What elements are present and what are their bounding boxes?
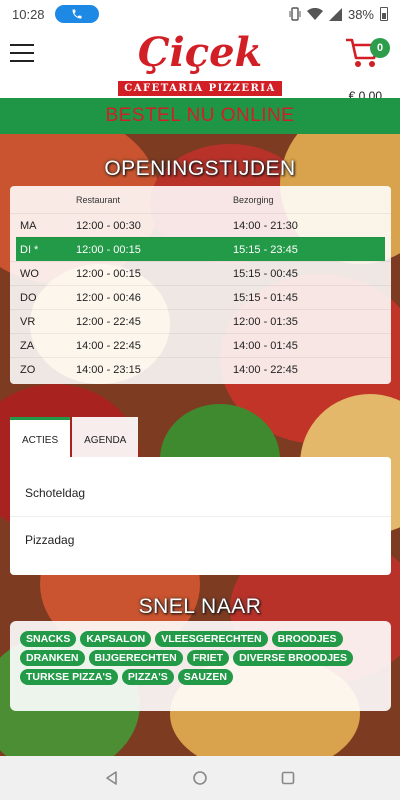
quick-link-chip[interactable]: PIZZA'S bbox=[121, 669, 174, 685]
quick-link-chip[interactable]: VLEESGERECHTEN bbox=[155, 631, 268, 647]
hours-row: MA 12:00 - 00:30 14:00 - 21:30 bbox=[10, 213, 391, 237]
hours-row: ZA 14:00 - 22:45 14:00 - 01:45 bbox=[10, 333, 391, 357]
quick-link-chip[interactable]: SNACKS bbox=[20, 631, 77, 647]
recents-button[interactable] bbox=[276, 766, 300, 790]
quick-link-chip[interactable]: BROODJES bbox=[271, 631, 343, 647]
quick-link-chip[interactable]: FRIET bbox=[186, 650, 230, 666]
quick-link-chip[interactable]: DRANKEN bbox=[20, 650, 85, 666]
opening-hours-title: OPENINGSTIJDEN bbox=[104, 157, 296, 180]
system-nav-bar bbox=[0, 756, 400, 800]
quick-link-chip[interactable]: DIVERSE BROODJES bbox=[233, 650, 354, 666]
status-bar: 10:28 38% bbox=[0, 0, 400, 28]
quick-links-card: SNACKS KAPSALON VLEESGERECHTEN BROODJES DRAN… bbox=[10, 621, 391, 711]
hours-row: ZO 14:00 - 23:15 14:00 - 22:45 bbox=[10, 357, 391, 381]
wifi-icon bbox=[306, 8, 323, 20]
home-button[interactable] bbox=[188, 766, 212, 790]
tab-panel-acties: Schoteldag Pizzadag bbox=[10, 457, 391, 575]
hours-row: VR 12:00 - 22:45 12:00 - 01:35 bbox=[10, 309, 391, 333]
battery-percent: 38% bbox=[347, 6, 374, 22]
list-item-schoteldag[interactable]: Schoteldag bbox=[10, 470, 391, 516]
news-tabs: ACTIES AGENDA bbox=[10, 417, 140, 457]
hours-row: DO 12:00 - 00:46 15:15 - 01:45 bbox=[10, 285, 391, 309]
brand-logo[interactable]: Çiçek CAFETARIA PIZZERIA bbox=[110, 28, 290, 98]
quick-link-chip[interactable]: KAPSALON bbox=[80, 631, 152, 647]
quick-link-chip[interactable]: SAUZEN bbox=[177, 669, 233, 685]
back-icon bbox=[106, 771, 117, 785]
status-time: 10:28 bbox=[12, 6, 45, 22]
hours-row-today: DI * 12:00 - 00:15 15:15 - 23:45 bbox=[16, 237, 385, 261]
brand-name: Çiçek bbox=[137, 29, 263, 76]
quick-link-chip[interactable]: TURKSE PIZZA'S bbox=[20, 669, 118, 685]
back-button[interactable] bbox=[100, 766, 124, 790]
tab-agenda[interactable]: AGENDA bbox=[72, 417, 139, 457]
cart-button[interactable]: 0 bbox=[344, 34, 390, 78]
ongoing-call-indicator[interactable] bbox=[54, 5, 99, 23]
vibrate-icon bbox=[289, 7, 301, 21]
list-item-pizzadag[interactable]: Pizzadag bbox=[10, 516, 391, 562]
opening-hours-table: Restaurant Bezorging MA 12:00 - 00:30 14:0… bbox=[10, 186, 391, 384]
battery-icon bbox=[380, 7, 388, 21]
home-icon bbox=[193, 771, 207, 785]
site-header: Çiçek CAFETARIA PIZZERIA 0 € 0.00 bbox=[0, 28, 400, 103]
signal-icon bbox=[328, 7, 342, 21]
col-bezorging: Bezorging bbox=[233, 194, 274, 205]
tab-acties[interactable]: ACTIES bbox=[10, 417, 71, 457]
recents-icon bbox=[281, 771, 295, 785]
menu-icon[interactable] bbox=[10, 44, 34, 62]
col-restaurant: Restaurant bbox=[76, 194, 121, 205]
hours-header: Restaurant Bezorging bbox=[10, 186, 391, 213]
order-online-banner[interactable]: BESTEL NU ONLINE bbox=[0, 98, 400, 134]
quick-links-list: SNACKS KAPSALON VLEESGERECHTEN BROODJES DRAN… bbox=[20, 631, 381, 685]
quick-links-title: SNEL NAAR bbox=[138, 595, 262, 618]
hours-row: WO 12:00 - 00:15 15:15 - 00:45 bbox=[10, 261, 391, 285]
phone-icon bbox=[72, 9, 82, 19]
cart-count-badge: 0 bbox=[370, 38, 390, 58]
quick-link-chip[interactable]: BIJGERECHTEN bbox=[88, 650, 183, 666]
brand-subtitle: CAFETARIA PIZZERIA bbox=[118, 81, 282, 96]
